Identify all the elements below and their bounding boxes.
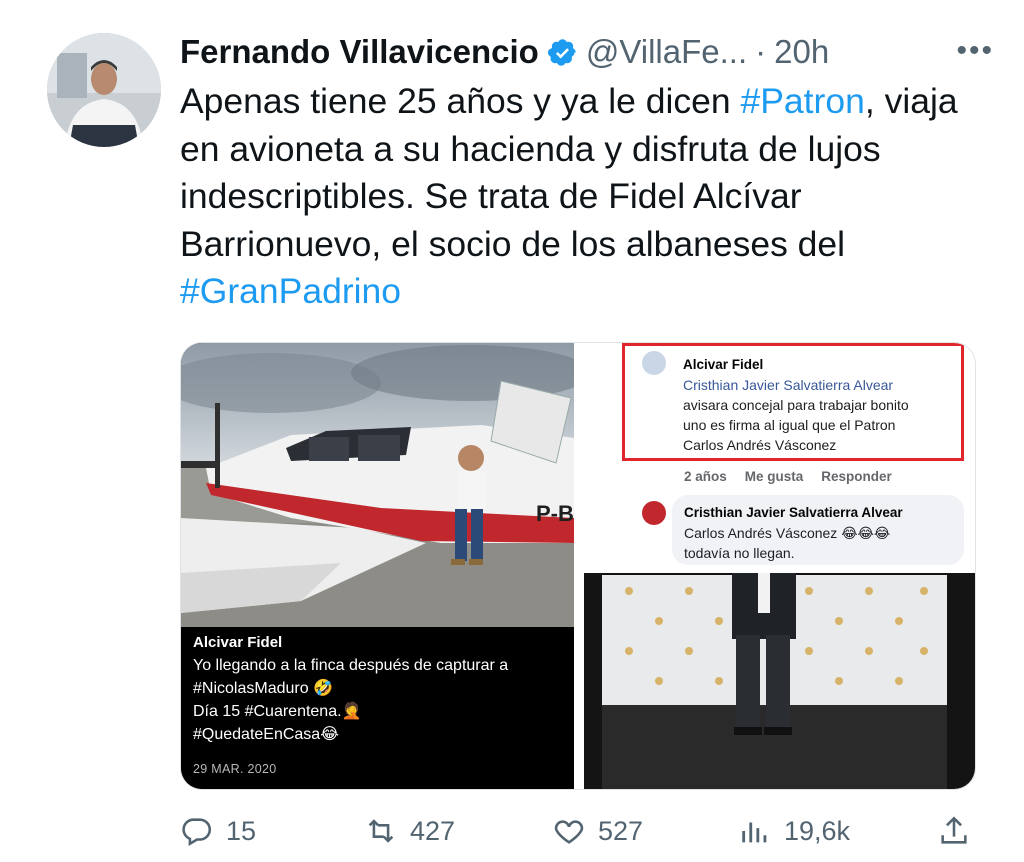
comment-author: Alcivar Fidel [683,357,764,372]
comment-line: avisara concejal para trabajar bonito [683,397,909,413]
tweet-text: Apenas tiene 25 años y ya le dicen #Patr… [180,78,960,316]
comment-1: Alcivar Fidel Cristhian Javier Salvatier… [683,355,953,455]
header-separator: · [755,33,767,70]
comment-line: Carlos Andrés Vásconez [683,437,837,453]
author-handle[interactable]: @VillaFe... [586,33,747,71]
tweet-header: Fernando Villavicencio @VillaFe... · 20h… [180,28,994,76]
author-name[interactable]: Fernando Villavicencio [180,33,539,71]
comment-avatar [642,351,666,375]
tweet-media[interactable]: P-BI Alcivar Fidel Yo llegando a la finc… [180,342,976,790]
caption-line: Día 15 #Cuarentena.🤦 [193,703,362,720]
caption-line: #NicolasMaduro 🤣 [193,680,333,697]
like-button[interactable]: 527 [552,808,643,854]
comment-2: Cristhian Javier Salvatierra Alvear Carl… [684,503,959,563]
tweet-actions: 15 427 527 19,6k [180,808,980,854]
caption-line: Yo llegando a la finca después de captur… [193,657,509,674]
tweet-text-segment: Apenas tiene 25 años y ya le dicen [180,81,741,121]
fb-post-caption: Alcivar Fidel Yo llegando a la finca des… [193,631,568,781]
more-options-icon[interactable]: ••• [956,34,994,68]
comment-line: uno es firma al igual que el Patron [683,417,896,433]
views-chart-icon [742,822,767,843]
media-image-right[interactable]: Alcivar Fidel Cristhian Javier Salvatier… [584,343,975,789]
views-button[interactable]: 19,6k [738,808,850,854]
reply-icon [182,818,212,847]
backdrop-photo [584,573,975,789]
comment-reply: Responder [821,469,892,484]
author-avatar[interactable] [47,33,161,147]
share-button[interactable] [937,808,983,854]
views-count: 19,6k [784,815,851,846]
hashtag-patron[interactable]: #Patron [741,81,865,121]
comment-avatar [642,501,666,525]
verified-badge-icon [547,37,578,68]
comment-author: Cristhian Javier Salvatierra Alvear [684,505,903,520]
retweet-count: 427 [410,815,456,846]
comment-line: Carlos Andrés Vásconez 😂😂😂 [684,525,891,541]
comment-age: 2 años [684,469,727,484]
comment-line: todavía no llegan. [684,545,795,561]
media-image-left[interactable]: P-BI Alcivar Fidel Yo llegando a la finc… [181,343,574,789]
share-icon [941,816,967,844]
tweet-timestamp[interactable]: 20h [774,33,829,71]
caption-line: #QuedateEnCasa😂 [193,726,339,743]
caption-date: 29 MAR. 2020 [193,762,277,776]
comment-mention: Cristhian Javier Salvatierra Alvear [683,377,894,393]
hashtag-granpadrino[interactable]: #GranPadrino [180,271,401,311]
plane-registration: P-BI [536,501,574,526]
reply-count: 15 [226,815,257,846]
like-count: 527 [598,815,644,846]
comment-meta: 2 años Me gusta Responder [684,469,910,484]
caption-author: Alcivar Fidel [193,634,283,651]
heart-icon [554,820,584,844]
reply-button[interactable]: 15 [180,808,256,854]
retweet-icon [368,819,394,843]
retweet-button[interactable]: 427 [364,808,455,854]
comment-like: Me gusta [744,469,804,484]
